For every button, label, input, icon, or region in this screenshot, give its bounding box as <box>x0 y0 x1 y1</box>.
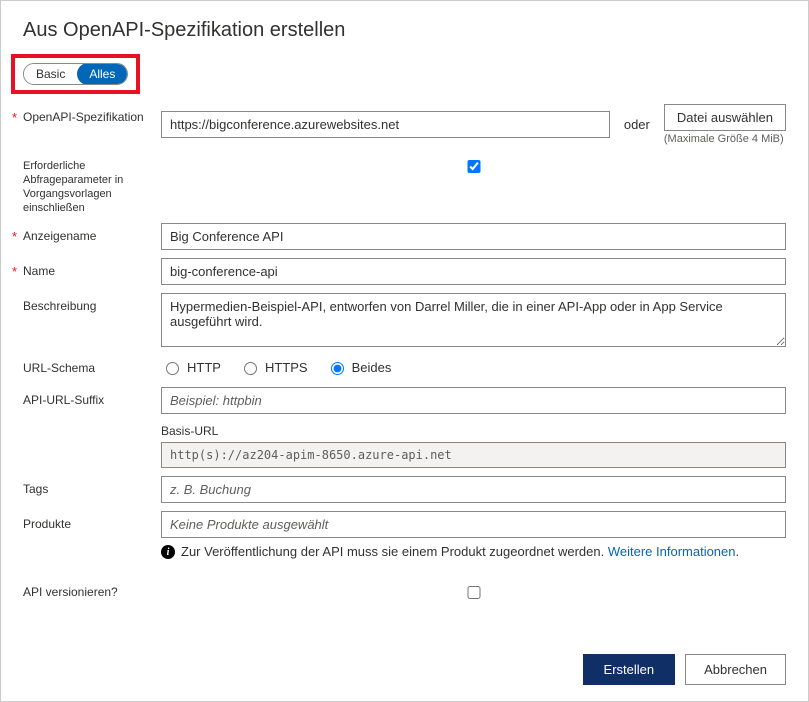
name-input[interactable] <box>161 258 786 285</box>
tags-input[interactable] <box>161 476 786 503</box>
form: OpenAPI-Spezifikation oder Datei auswähl… <box>23 104 786 602</box>
version-api-checkbox[interactable] <box>165 586 783 599</box>
toggle-all[interactable]: Alles <box>77 63 127 85</box>
create-from-openapi-panel: Aus OpenAPI-Spezifikation erstellen Basi… <box>0 0 809 702</box>
products-info: i Zur Veröffentlichung der API muss sie … <box>161 544 786 559</box>
select-file-button[interactable]: Datei auswählen <box>664 104 786 131</box>
display-name-input[interactable] <box>161 223 786 250</box>
label-url-scheme: URL-Schema <box>23 355 161 375</box>
label-base-url: Basis-URL <box>161 424 786 438</box>
scheme-https-radio[interactable] <box>244 362 257 375</box>
label-api-url-suffix: API-URL-Suffix <box>23 387 161 407</box>
scheme-both-radio[interactable] <box>331 362 344 375</box>
scheme-both-option[interactable]: Beides <box>326 359 392 375</box>
info-icon: i <box>161 545 175 559</box>
toggle-basic[interactable]: Basic <box>24 63 77 85</box>
products-input[interactable] <box>161 511 786 538</box>
label-openapi-spec: OpenAPI-Spezifikation <box>23 104 161 124</box>
label-display-name: Anzeigename <box>23 223 161 243</box>
api-url-suffix-input[interactable] <box>161 387 786 414</box>
products-info-text: Zur Veröffentlichung der API muss sie ei… <box>181 544 604 559</box>
footer-actions: Erstellen Abbrechen <box>583 654 786 685</box>
max-size-hint: (Maximale Größe 4 MiB) <box>664 133 784 145</box>
label-version-api: API versionieren? <box>23 579 161 599</box>
scheme-http-label: HTTP <box>187 360 221 375</box>
label-name: Name <box>23 258 161 278</box>
label-include-params: Erforderliche Abfrageparameter in Vorgan… <box>23 153 161 215</box>
view-toggle: Basic Alles <box>23 63 128 85</box>
label-products: Produkte <box>23 511 161 531</box>
label-description: Beschreibung <box>23 293 161 313</box>
scheme-https-label: HTTPS <box>265 360 308 375</box>
toggle-highlight: Basic Alles <box>11 54 140 94</box>
description-textarea[interactable]: Hypermedien-Beispiel-API, entworfen von … <box>161 293 786 347</box>
page-title: Aus OpenAPI-Spezifikation erstellen <box>23 19 786 42</box>
label-tags: Tags <box>23 476 161 496</box>
products-info-link[interactable]: Weitere Informationen <box>608 544 736 559</box>
create-button[interactable]: Erstellen <box>583 654 676 685</box>
cancel-button[interactable]: Abbrechen <box>685 654 786 685</box>
openapi-spec-input[interactable] <box>161 111 610 138</box>
scheme-both-label: Beides <box>352 360 392 375</box>
url-scheme-group: HTTP HTTPS Beides <box>161 355 786 379</box>
include-params-checkbox[interactable] <box>165 160 783 173</box>
scheme-https-option[interactable]: HTTPS <box>239 359 308 375</box>
or-text: oder <box>624 117 650 132</box>
scheme-http-radio[interactable] <box>166 362 179 375</box>
scheme-http-option[interactable]: HTTP <box>161 359 221 375</box>
base-url-readonly <box>161 442 786 468</box>
